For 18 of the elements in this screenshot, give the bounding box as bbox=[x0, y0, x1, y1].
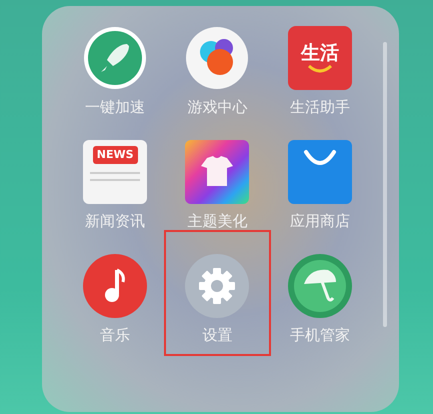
app-icon[interactable]: 生活 bbox=[288, 26, 352, 90]
app-label[interactable]: 手机管家 bbox=[290, 326, 350, 344]
music-note-icon[interactable] bbox=[83, 254, 148, 318]
rocket-icon[interactable] bbox=[83, 26, 148, 90]
app-label[interactable]: 设置 bbox=[202, 326, 232, 344]
app-icon[interactable]: NEWS bbox=[83, 140, 148, 204]
app-label[interactable]: 音乐 bbox=[100, 326, 130, 344]
app-label[interactable]: 一键加速 bbox=[85, 98, 146, 116]
settings-icon[interactable] bbox=[185, 254, 250, 318]
app-label[interactable]: 新闻资讯 bbox=[85, 212, 146, 230]
app-label[interactable]: 生活助手 bbox=[290, 98, 350, 116]
app-label[interactable]: 游戏中心 bbox=[187, 98, 248, 116]
shopping-bag-icon[interactable] bbox=[288, 140, 352, 204]
app-label[interactable]: 应用商店 bbox=[290, 212, 350, 230]
umbrella-icon[interactable] bbox=[288, 254, 352, 318]
tshirt-icon[interactable] bbox=[185, 140, 250, 204]
app-label[interactable]: 主题美化 bbox=[187, 212, 248, 230]
circles-icon[interactable] bbox=[185, 26, 250, 90]
